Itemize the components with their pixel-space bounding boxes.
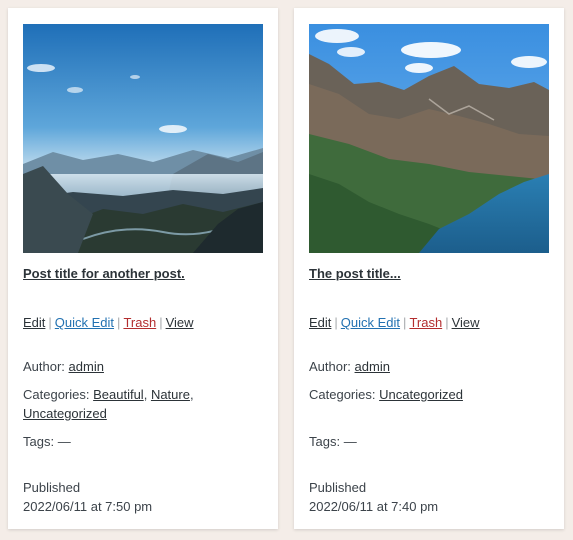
separator: |	[334, 315, 338, 330]
row-actions: Edit | Quick Edit | Trash | View	[23, 315, 194, 330]
post-thumbnail[interactable]	[309, 24, 549, 253]
category-link[interactable]: Nature	[151, 387, 190, 402]
categories-label: Categories:	[309, 387, 376, 402]
publish-date: 2022/06/11 at 7:40 pm	[309, 499, 439, 514]
tags-value: —	[343, 434, 357, 449]
edit-link[interactable]: Edit	[309, 315, 331, 330]
tags-row: Tags: —	[23, 432, 268, 451]
post-card: The post title... Edit | Quick Edit | Trash |…	[294, 8, 564, 529]
trash-link[interactable]: Trash	[409, 315, 442, 330]
category-link[interactable]: Uncategorized	[23, 406, 107, 421]
categories-row: Categories: Beautiful, Nature, Uncategor…	[23, 387, 194, 421]
separator: |	[445, 315, 449, 330]
trash-link[interactable]: Trash	[123, 315, 156, 330]
author-label: Author:	[23, 359, 65, 374]
publish-info: Published 2022/06/11 at 7:40 pm	[309, 478, 554, 516]
row-actions: Edit | Quick Edit | Trash | View	[309, 315, 480, 330]
author-link[interactable]: admin	[69, 359, 104, 374]
tags-row: Tags: —	[309, 432, 554, 451]
category-link[interactable]: Uncategorized	[379, 387, 463, 402]
post-thumbnail[interactable]	[23, 24, 263, 253]
categories-label: Categories:	[23, 387, 90, 402]
mountain-lake-image	[309, 24, 549, 253]
view-link[interactable]: View	[452, 315, 480, 330]
author-label: Author:	[309, 359, 351, 374]
tags-value: —	[57, 434, 71, 449]
publish-date: 2022/06/11 at 7:50 pm	[23, 499, 153, 514]
author-row: Author: admin	[23, 357, 268, 376]
publish-status: Published	[23, 480, 81, 495]
edit-link[interactable]: Edit	[23, 315, 45, 330]
publish-status: Published	[309, 480, 367, 495]
post-title-link[interactable]: Post title for another post.	[23, 266, 185, 281]
tags-label: Tags:	[23, 434, 55, 449]
tags-label: Tags:	[309, 434, 341, 449]
post-card: Post title for another post. Edit | Quick …	[8, 8, 278, 529]
category-link[interactable]: Beautiful	[93, 387, 144, 402]
author-row: Author: admin	[309, 357, 554, 376]
post-title-link[interactable]: The post title...	[309, 266, 401, 281]
separator: |	[159, 315, 163, 330]
quick-edit-link[interactable]: Quick Edit	[341, 315, 400, 330]
publish-info: Published 2022/06/11 at 7:50 pm	[23, 478, 268, 516]
quick-edit-link[interactable]: Quick Edit	[55, 315, 114, 330]
categories-row: Categories: Uncategorized	[309, 385, 554, 404]
mountain-valley-image	[23, 24, 263, 253]
author-link[interactable]: admin	[355, 359, 390, 374]
separator: |	[48, 315, 52, 330]
view-link[interactable]: View	[166, 315, 194, 330]
